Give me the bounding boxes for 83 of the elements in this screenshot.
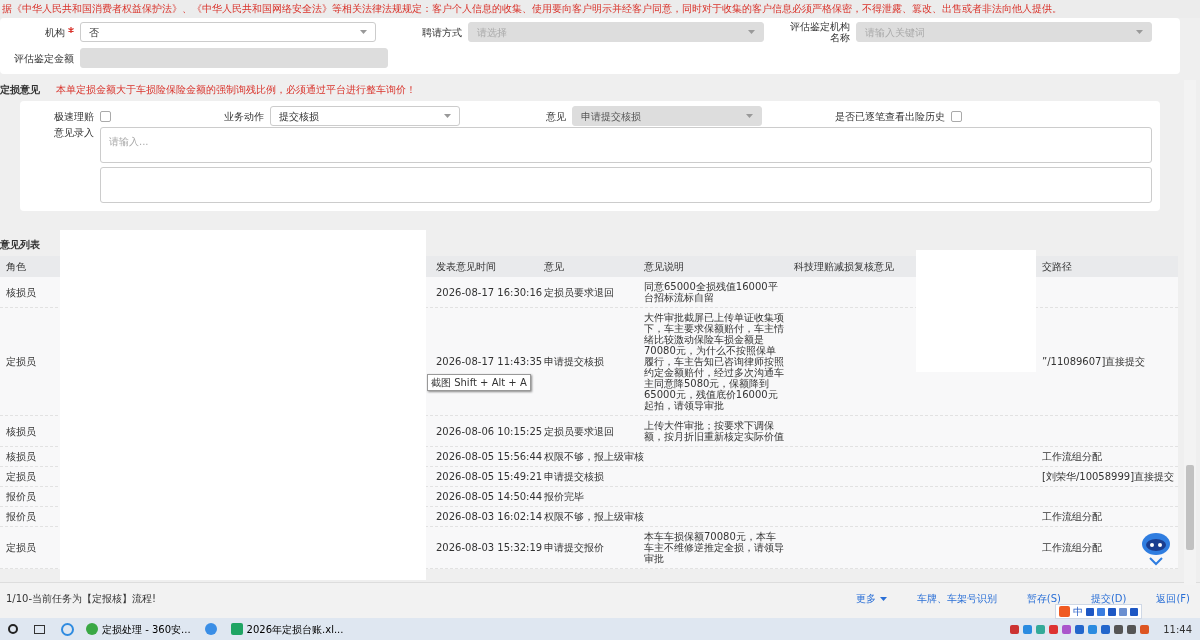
table-cell: 2026-08-05 15:49:21 xyxy=(436,471,543,482)
caret-icon xyxy=(444,114,451,118)
required-icon xyxy=(68,26,74,33)
field-label: 意见 xyxy=(546,110,566,122)
checkbox[interactable] xyxy=(100,110,111,122)
table-cell: 2026-08-03 15:32:19 xyxy=(436,542,543,553)
start-icon[interactable] xyxy=(8,624,18,634)
app-icon xyxy=(86,623,98,635)
column-header: 意见 xyxy=(544,261,564,272)
section-title: 定损意见 xyxy=(0,83,40,97)
table-cell: 报价员 xyxy=(6,491,36,502)
caret-icon xyxy=(748,30,755,34)
field-label: 机构 xyxy=(45,26,65,38)
table-cell: 核损员 xyxy=(6,286,36,298)
table-cell: 定损员 xyxy=(6,471,36,482)
table-cell: 工作流组分配 xyxy=(1042,542,1102,553)
footer-link[interactable]: 车牌、车架号识别 xyxy=(916,591,997,606)
menu-button[interactable]: 更多 xyxy=(855,591,887,606)
column-header: 发表意见时间 xyxy=(436,261,496,272)
field-label: 聘请方式 xyxy=(422,26,462,38)
caret-icon xyxy=(360,30,367,34)
table-cell: 本车车损保额70080元，本车车主不维修逆推定全损，请领导审批 xyxy=(644,531,784,564)
table-cell: [刘荣华/10058999]直接提交 xyxy=(1042,471,1175,482)
column-header: 科技理赔减损复核意见 xyxy=(794,261,894,272)
select-field: 申请提交核损 xyxy=(572,106,762,126)
column-header: 角色 xyxy=(6,261,26,272)
table-cell: 定损员要求退回 xyxy=(544,425,614,437)
table-cell: 2026-08-17 16:30:16 xyxy=(436,286,543,298)
checkbox[interactable] xyxy=(951,110,962,122)
select-field[interactable]: 提交核损 xyxy=(270,106,460,126)
task-view-icon[interactable] xyxy=(34,624,45,634)
status-text: 1/10-当前任务为【定报核】流程! xyxy=(6,592,157,606)
table-cell: 2026-08-05 15:56:44 xyxy=(436,451,543,462)
field-label: 评估鉴定金额 xyxy=(14,52,74,64)
table-cell: 大件审批截屏已上传单证收集项下，车主要求保额赔付，车主情绪比较激动保险车损金额是70080元，为什么不按照保单履行，车主告知已咨询律师按照约定金额赔付，经过多次沟通车主同意降5080元，保额降到65000元，残值底价16000元起拍，请领导审批 xyxy=(644,312,784,411)
table-cell: 申请提交核损 xyxy=(544,471,604,482)
scrollbar[interactable] xyxy=(1184,80,1196,585)
table-cell: 权限不够，报上级审核 xyxy=(544,511,644,522)
select-field[interactable]: 否 xyxy=(80,22,376,42)
field-label: 评估鉴定机构名称 xyxy=(790,21,850,43)
caret-icon xyxy=(1136,30,1143,34)
table-cell: 权限不够，报上级审核 xyxy=(544,451,644,462)
table-cell: 核损员 xyxy=(6,451,36,462)
field-label: 业务动作 xyxy=(224,110,264,122)
app-icon xyxy=(204,623,217,635)
field-label: 极速理赔 xyxy=(54,110,94,122)
table-cell: ”/11089607]直接提交 xyxy=(1042,356,1146,367)
field-label: 意见录入 xyxy=(54,127,94,138)
table-cell: 定损员 xyxy=(6,356,36,367)
table-cell: 报价员 xyxy=(6,511,36,522)
caret-icon xyxy=(879,596,887,601)
taskbar-app[interactable]: 定损处理 - 360安... xyxy=(86,621,191,637)
table-cell: 申请提交报价 xyxy=(544,542,604,553)
table-cell: 定损员要求退回 xyxy=(544,286,614,298)
taskbar-icon[interactable] xyxy=(204,623,217,635)
clock-text[interactable]: 11:44 xyxy=(1163,621,1192,637)
ime-mode-text[interactable]: 中 xyxy=(1073,604,1083,619)
footer-link[interactable]: 返回(F) xyxy=(1156,591,1190,606)
app-icon xyxy=(230,623,243,635)
footer-link[interactable]: 提交(D) xyxy=(1090,591,1127,606)
field-label: 是否已逐笔查看出险历史 xyxy=(835,110,945,122)
taskbar-app[interactable]: 2026年定损台账.xl... xyxy=(230,621,344,637)
footer-link[interactable]: 暂存(S) xyxy=(1026,591,1061,606)
table-cell: 同意65000全损残值16000平台招标流标自留 xyxy=(644,281,778,303)
caret-icon xyxy=(746,114,753,118)
table-cell: 报价完毕 xyxy=(544,491,584,502)
table-cell: 2026-08-05 14:50:44 xyxy=(436,491,543,502)
column-header: 交路径 xyxy=(1042,261,1072,272)
warning-text: 本单定损金额大于车损险保险金额的强制询残比例，必须通过平台进行整车询价！ xyxy=(56,83,416,97)
table-cell: 工作流组分配 xyxy=(1042,511,1102,522)
ime-logo-icon xyxy=(1059,606,1070,617)
table-cell: 2026-08-17 11:43:35 xyxy=(436,356,543,367)
table-cell: 2026-08-06 10:15:25 xyxy=(436,425,543,437)
table-cell: 上传大件审批；按要求下调保额，按月折旧重新核定实际价值 xyxy=(644,420,784,442)
table-cell: 申请提交核损 xyxy=(544,356,604,367)
table-cell: 2026-08-03 16:02:14 xyxy=(436,511,543,522)
column-header: 意见说明 xyxy=(644,261,684,272)
table-cell: 核损员 xyxy=(6,425,36,437)
table-cell: 工作流组分配 xyxy=(1042,451,1102,462)
table-cell: 定损员 xyxy=(6,542,36,553)
browser-icon[interactable] xyxy=(61,622,74,636)
tooltip: 截图 Shift + Alt + A xyxy=(427,374,531,391)
section-title: 意见列表 xyxy=(0,239,40,250)
